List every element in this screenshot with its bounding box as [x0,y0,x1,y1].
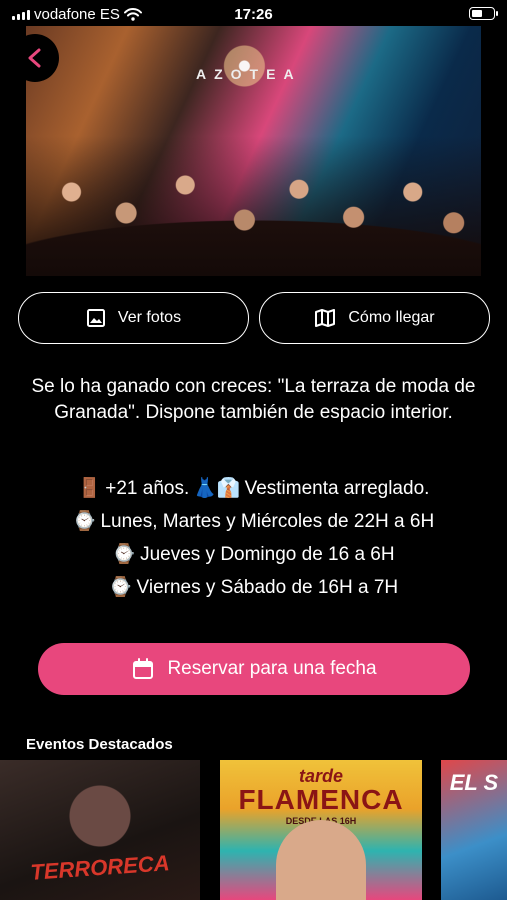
schedule-text-3: Viernes y Sábado de 16H a 7H [136,577,399,598]
view-photos-button[interactable]: Ver fotos [18,292,249,344]
event-card-text: TERRORECA [29,850,171,885]
reserve-button[interactable]: Reservar para una fecha [38,643,470,695]
directions-label: Cómo llegar [348,309,435,326]
schedule-text-2: Jueves y Domingo de 16 a 6H [140,544,395,565]
info-dress-code: 🚪 +21 años. 👗👔 Vestimenta arreglado. [10,476,497,502]
events-section-title: Eventos Destacados [26,736,173,753]
watch-icon: ⌚ [72,511,97,532]
chevron-left-icon [28,48,41,68]
venue-description: Se lo ha ganado con creces: "La terraza … [31,376,476,423]
reserve-label: Reservar para una fecha [167,658,377,679]
event-card[interactable]: EL S [441,760,507,900]
back-button[interactable] [11,34,59,82]
calendar-icon [133,658,154,679]
venue-sign-text: AZOTEA [196,66,302,82]
info-schedule-2: ⌚ Jueves y Domingo de 16 a 6H [10,542,497,568]
dress-text: Vestimenta arreglado. [244,478,430,499]
directions-button[interactable]: Cómo llegar [259,292,490,344]
event-card[interactable]: tarde FLAMENCA DESDE LAS 16H [220,760,422,900]
view-photos-label: Ver fotos [117,309,182,326]
map-icon [315,309,336,327]
performer-illustration [276,820,366,900]
event-card-text: EL S [449,770,499,795]
venue-photo: AZOTEA [26,26,481,276]
image-icon [86,309,105,327]
info-schedule-1: ⌚ Lunes, Martes y Miércoles de 22H a 6H [10,509,497,535]
watch-icon: ⌚ [108,577,133,598]
age-text: +21 años. [105,478,190,499]
dress-icon: 👗👔 [193,478,241,499]
watch-icon: ⌚ [112,544,137,565]
crowd-illustration [26,136,481,276]
event-card[interactable]: TERRORECA [0,760,200,900]
event-card-title: FLAMENCA [238,784,404,815]
status-bar: vodafone ES 17:26 [0,0,507,28]
status-time: 17:26 [234,6,273,23]
info-schedule-3: ⌚ Viernes y Sábado de 16H a 7H [10,575,497,601]
battery-icon [469,7,498,20]
door-icon: 🚪 [77,478,102,499]
schedule-text-1: Lunes, Martes y Miércoles de 22H a 6H [100,511,435,532]
